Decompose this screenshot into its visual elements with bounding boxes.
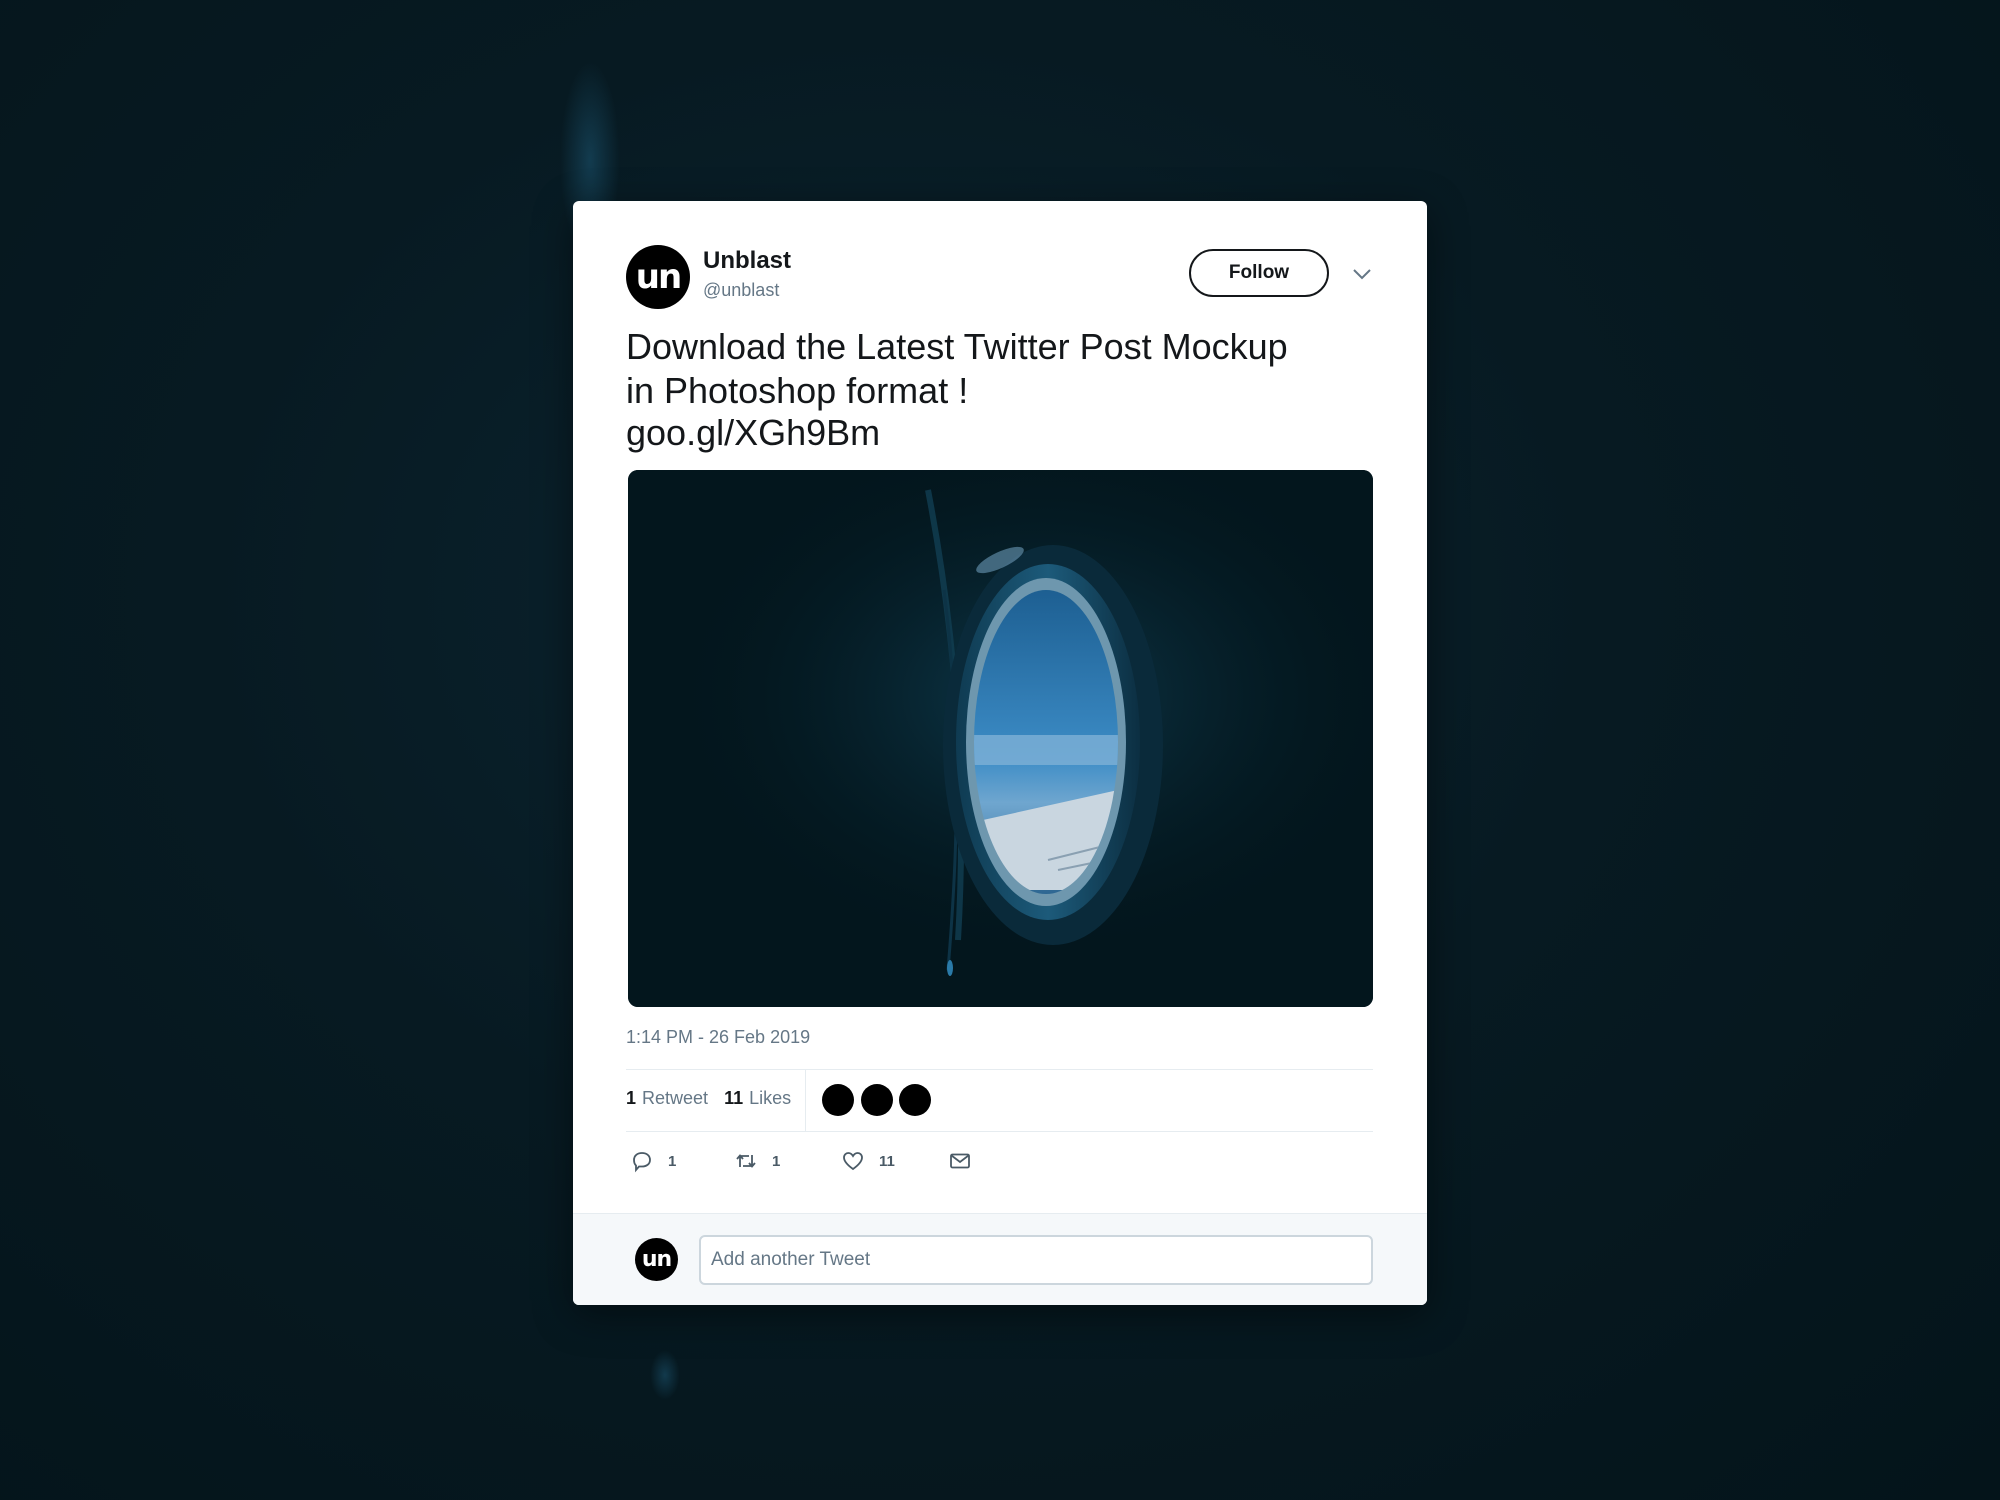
likes-stat[interactable]: 11 Likes xyxy=(724,1088,791,1109)
chevron-down-icon[interactable] xyxy=(1351,263,1373,285)
reply-count: 1 xyxy=(668,1152,677,1170)
tweet-card: un Unblast @unblast Follow Download the … xyxy=(573,201,1427,1305)
like-count: 11 xyxy=(879,1152,895,1170)
heart-icon xyxy=(843,1152,863,1171)
avatar[interactable]: un xyxy=(626,245,690,309)
retweet-stat[interactable]: 1 Retweet xyxy=(626,1088,708,1109)
engagement-stats: 1 Retweet 11 Likes xyxy=(626,1088,791,1109)
tweet-media[interactable] xyxy=(628,470,1373,1007)
reply-input[interactable]: Add another Tweet xyxy=(699,1235,1373,1285)
envelope-icon xyxy=(950,1153,970,1169)
reply-icon xyxy=(633,1152,651,1173)
retweet-stat-label: Retweet xyxy=(642,1088,709,1108)
like-button[interactable]: 11 xyxy=(841,1149,895,1173)
likes-stat-label: Likes xyxy=(749,1088,792,1108)
tweet-link[interactable]: goo.gl/XGh9Bm xyxy=(626,413,1366,453)
follow-button[interactable]: Follow xyxy=(1189,249,1329,297)
tweet-text-line: Download the Latest Twitter Post Mockup xyxy=(626,326,1288,367)
retweet-count: 1 xyxy=(772,1152,781,1170)
retweet-count: 1 xyxy=(626,1088,637,1108)
liker-avatar[interactable] xyxy=(899,1084,931,1116)
backdrop-glow xyxy=(650,1350,680,1400)
liker-avatar[interactable] xyxy=(861,1084,893,1116)
retweet-button[interactable]: 1 xyxy=(734,1149,780,1173)
retweet-icon xyxy=(736,1154,756,1168)
divider xyxy=(626,1069,1373,1070)
display-name[interactable]: Unblast xyxy=(703,247,791,275)
tweet-timestamp[interactable]: 1:14 PM - 26 Feb 2019 xyxy=(626,1027,810,1048)
direct-message-button[interactable] xyxy=(948,1149,972,1173)
reply-button[interactable]: 1 xyxy=(630,1149,676,1173)
divider xyxy=(626,1131,1373,1132)
divider xyxy=(805,1070,806,1131)
airplane-window-image xyxy=(628,470,1373,1007)
tweet-text-line: in Photoshop format ! xyxy=(626,370,969,411)
reply-composer: un Add another Tweet xyxy=(573,1213,1427,1305)
tweet-text: Download the Latest Twitter Post Mockup … xyxy=(626,325,1366,453)
avatar[interactable]: un xyxy=(635,1238,678,1281)
likes-count: 11 xyxy=(724,1088,744,1108)
user-handle[interactable]: @unblast xyxy=(703,280,779,301)
liker-avatar[interactable] xyxy=(822,1084,854,1116)
